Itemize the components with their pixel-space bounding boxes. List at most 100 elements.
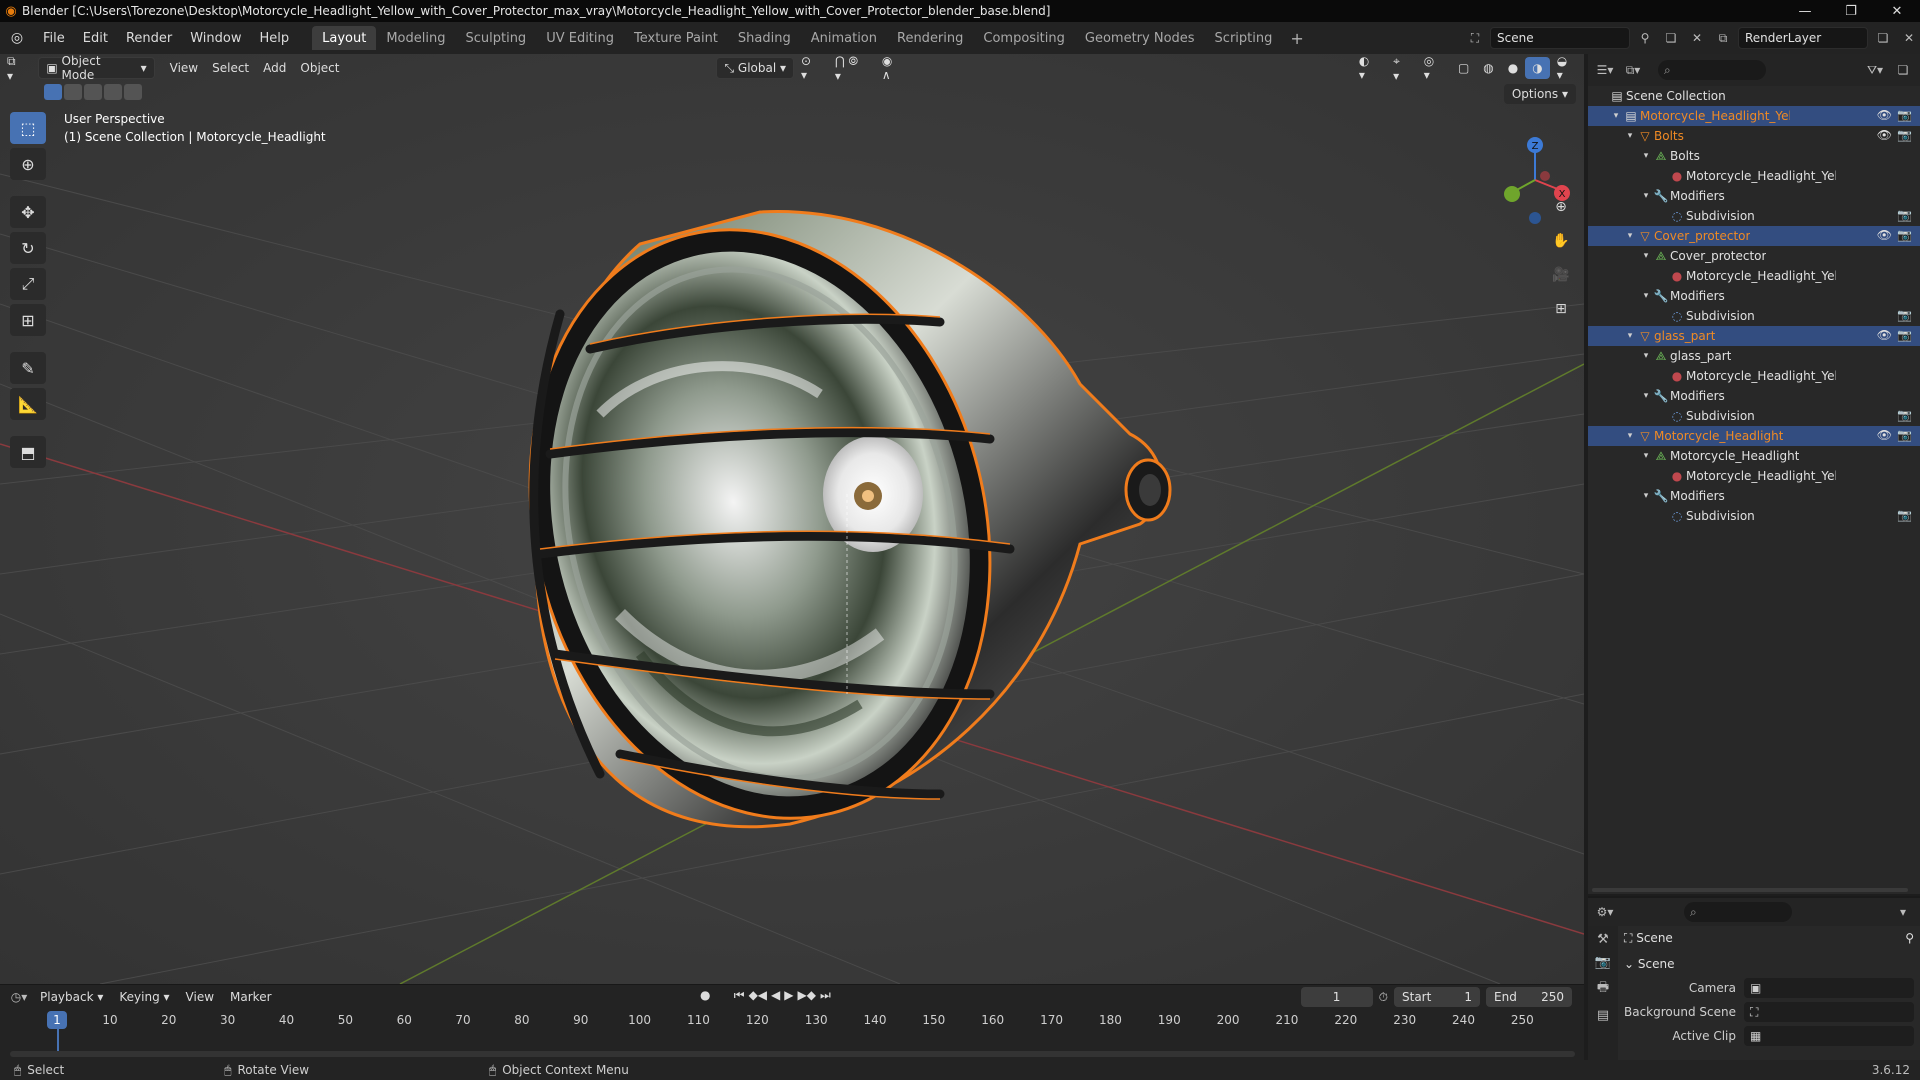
measure-tool-icon[interactable]: 📐 — [10, 388, 46, 420]
minimize-button[interactable]: — — [1782, 0, 1828, 22]
add-workspace-button[interactable]: + — [1282, 29, 1311, 48]
disclosure-triangle-icon[interactable]: ▾ — [1624, 231, 1636, 241]
select-new-icon[interactable] — [44, 84, 62, 100]
shading-material-icon[interactable]: ◑ — [1525, 57, 1550, 79]
play-reverse-icon[interactable]: ◀ — [771, 988, 780, 1003]
new-scene-icon[interactable]: ❏ — [1660, 27, 1682, 49]
close-button[interactable]: ✕ — [1874, 0, 1920, 22]
outliner-editor-type-icon[interactable]: ☰▾ — [1594, 59, 1616, 81]
select-extend-icon[interactable] — [64, 84, 82, 100]
scene-selector[interactable]: Scene — [1490, 27, 1630, 49]
background-scene-field[interactable]: ⛶ — [1744, 1002, 1914, 1022]
annotate-tool-icon[interactable]: ✎ — [10, 352, 46, 384]
disclosure-triangle-icon[interactable]: ▾ — [1624, 131, 1636, 141]
outliner-row[interactable]: ▾ 🔧 Modifiers — [1588, 286, 1920, 306]
blender-menu-icon[interactable]: ◎ — [0, 22, 34, 54]
camera-field[interactable]: ▣ — [1744, 978, 1914, 998]
disclosure-triangle-icon[interactable]: ▾ — [1640, 191, 1652, 201]
tab-sculpting[interactable]: Sculpting — [455, 26, 536, 50]
menu-edit[interactable]: Edit — [74, 22, 117, 54]
display-mode-icon[interactable]: ⧉▾ — [1622, 59, 1644, 81]
disclosure-triangle-icon[interactable]: ▾ — [1640, 291, 1652, 301]
properties-search-input[interactable]: ⌕ — [1684, 902, 1792, 922]
camera-view-icon[interactable]: 🎥 — [1548, 262, 1574, 288]
outliner-row[interactable]: ● Motorcycle_Headlight_Yellc — [1588, 466, 1920, 486]
view-layer-selector[interactable]: RenderLayer — [1738, 27, 1868, 49]
scene-browse-icon[interactable]: ⛶ — [1464, 27, 1486, 49]
visibility-icon[interactable]: ◐ ▾ — [1352, 54, 1386, 82]
menu-add[interactable]: Add — [256, 57, 293, 79]
stopwatch-icon[interactable]: ⏱ — [1379, 990, 1388, 1005]
menu-timeline-view[interactable]: View — [180, 990, 220, 1004]
camera-render-icon[interactable]: 📷 — [1897, 308, 1912, 322]
zoom-icon[interactable]: ⊕ — [1548, 194, 1574, 220]
eye-visibility-icon[interactable]: 👁 — [1877, 108, 1892, 122]
timeline-editor-type-icon[interactable]: ◷▾ — [8, 986, 30, 1008]
eye-visibility-icon[interactable]: 👁 — [1877, 328, 1892, 342]
outliner-row[interactable]: ▾ ▽ Bolts 👁 📷 — [1588, 126, 1920, 146]
tab-shading[interactable]: Shading — [728, 26, 801, 50]
eye-visibility-icon[interactable]: 👁 — [1877, 228, 1892, 242]
tab-layout[interactable]: Layout — [312, 26, 377, 50]
eye-visibility-icon[interactable]: 👁 — [1877, 428, 1892, 442]
delete-scene-icon[interactable]: ✕ — [1686, 27, 1708, 49]
outliner-row[interactable]: ● Motorcycle_Headlight_Yellc — [1588, 266, 1920, 286]
tab-modeling[interactable]: Modeling — [376, 26, 455, 50]
outliner-row[interactable]: ◌ Subdivision 📷 — [1588, 206, 1920, 226]
disclosure-triangle-icon[interactable]: ▾ — [1640, 451, 1652, 461]
view-layer-tab-icon[interactable]: ▤ — [1597, 1008, 1609, 1023]
pan-hand-icon[interactable]: ✋ — [1548, 228, 1574, 254]
disclosure-triangle-icon[interactable]: ▾ — [1624, 431, 1636, 441]
scale-tool-icon[interactable]: ⤢ — [10, 268, 46, 300]
render-tab-icon[interactable]: 📷 — [1595, 955, 1611, 970]
delete-view-layer-icon[interactable]: ✕ — [1898, 27, 1920, 49]
menu-window[interactable]: Window — [181, 22, 250, 54]
shading-wireframe-icon[interactable]: ◍ — [1476, 57, 1500, 79]
tab-geometry-nodes[interactable]: Geometry Nodes — [1075, 26, 1205, 50]
tool-tab-icon[interactable]: ⚒ — [1597, 932, 1609, 947]
select-invert-icon[interactable] — [104, 84, 122, 100]
view-layer-browse-icon[interactable]: ⧉ — [1712, 27, 1734, 49]
menu-marker[interactable]: Marker — [224, 990, 277, 1004]
editor-type-icon[interactable]: ⧉ ▾ — [0, 54, 32, 83]
proportional-edit-icon[interactable]: ◉ ∧ — [875, 54, 912, 82]
disclosure-triangle-icon[interactable]: ▾ — [1610, 111, 1622, 121]
menu-render[interactable]: Render — [117, 22, 181, 54]
new-view-layer-icon[interactable]: ❏ — [1872, 27, 1894, 49]
timeline-scrollbar[interactable] — [10, 1051, 1575, 1057]
disclosure-triangle-icon[interactable]: ▾ — [1640, 391, 1652, 401]
pivot-point-icon[interactable]: ⊙ ▾ — [794, 54, 828, 82]
outliner-row[interactable]: ▾ ⟁ Motorcycle_Headlight — [1588, 446, 1920, 466]
active-clip-field[interactable]: ▦ — [1744, 1026, 1914, 1046]
gizmo-toggle-icon[interactable]: ⌖ ▾ — [1386, 54, 1417, 83]
menu-select[interactable]: Select — [205, 57, 256, 79]
outliner-search-input[interactable]: ⌕ — [1658, 60, 1766, 80]
outliner-row[interactable]: ◌ Subdivision 📷 — [1588, 406, 1920, 426]
filter-icon[interactable]: ⛛▾ — [1864, 59, 1886, 81]
shading-solid-icon[interactable]: ● — [1501, 57, 1525, 79]
outliner-row[interactable]: ▾ ⟁ Bolts — [1588, 146, 1920, 166]
transform-orientation-dropdown[interactable]: ⤡ Global ▾ — [716, 57, 795, 79]
menu-file[interactable]: File — [34, 22, 74, 54]
camera-render-icon[interactable]: 📷 — [1897, 508, 1912, 522]
disclosure-triangle-icon[interactable]: ▾ — [1624, 331, 1636, 341]
camera-render-icon[interactable]: 📷 — [1897, 228, 1912, 242]
outliner-row[interactable]: ◌ Subdivision 📷 — [1588, 506, 1920, 526]
menu-keying[interactable]: Keying ▾ — [113, 990, 175, 1004]
camera-render-icon[interactable]: 📷 — [1897, 128, 1912, 142]
scene-panel-header[interactable]: ⌄ Scene — [1624, 952, 1914, 976]
disclosure-triangle-icon[interactable]: ▾ — [1640, 351, 1652, 361]
select-box-tool-icon[interactable]: ⬚ — [10, 112, 46, 144]
outliner-row[interactable]: ◌ Subdivision 📷 — [1588, 306, 1920, 326]
outliner-row[interactable]: ▾ 🔧 Modifiers — [1588, 386, 1920, 406]
xray-toggle-icon[interactable]: ▢ — [1451, 57, 1476, 79]
outliner-row[interactable]: ▾ 🔧 Modifiers — [1588, 186, 1920, 206]
menu-object[interactable]: Object — [293, 57, 346, 79]
camera-render-icon[interactable]: 📷 — [1897, 328, 1912, 342]
outliner-row[interactable]: ▾ ▽ glass_part 👁 📷 — [1588, 326, 1920, 346]
start-frame-field[interactable]: Start 1 — [1394, 987, 1480, 1007]
outliner-row[interactable]: ▾ ⟁ Cover_protector — [1588, 246, 1920, 266]
outliner-row[interactable]: ▾ ▽ Motorcycle_Headlight 👁 📷 — [1588, 426, 1920, 446]
cursor-tool-icon[interactable]: ⊕ — [10, 148, 46, 180]
outliner-row[interactable]: ▾ ▽ Cover_protector 👁 📷 — [1588, 226, 1920, 246]
